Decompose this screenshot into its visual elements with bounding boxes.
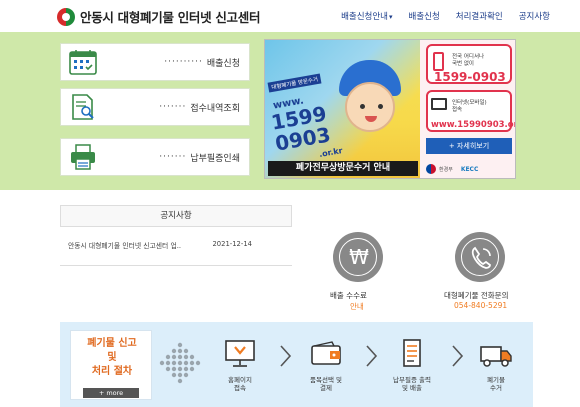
phone-box-line1: 전국 어디서나 — [452, 54, 485, 60]
process-step-homepage: 홈페이지 접속 — [210, 338, 270, 392]
nav-item-guide[interactable]: 배출신청안내▾ — [341, 10, 392, 22]
process-title: 폐기물 신고 및 처리 절차 — [87, 338, 137, 377]
process-step-pickup: 폐기물 수거 — [466, 338, 526, 392]
site-header: 안동시 대형폐기물 인터넷 신고센터 배출신청안내▾ 배출신청 처리결과확인 공… — [0, 0, 580, 32]
site-title: 안동시 대형폐기물 인터넷 신고센터 — [80, 10, 261, 25]
chevron-right-icon — [366, 345, 378, 367]
quick-link-label: 배출신청 — [206, 58, 240, 69]
fee-sublabel[interactable]: 안내 — [350, 301, 364, 312]
notice-item-title[interactable]: 안동시 대형폐기물 인터넷 신고센터 업.. — [68, 240, 181, 250]
process-step-select-pay: 품목선택 및 결제 — [296, 338, 356, 392]
quick-link-label: 납부필증인쇄 — [190, 153, 240, 164]
quick-link-lookup[interactable]: ······· 접수내역조회 — [60, 88, 250, 126]
wallet-icon — [311, 341, 341, 365]
calendar-icon — [69, 50, 97, 75]
printer-icon — [71, 144, 95, 170]
quick-link-apply[interactable]: ·········· 배출신청 — [60, 43, 250, 81]
fee-info-button[interactable]: ₩ — [333, 232, 383, 282]
banner-left-panel: 대형폐기물 방문수거 www. 1599 0903 .or.kr 폐가전무상방문… — [265, 40, 420, 178]
process-more-button[interactable]: + more — [83, 388, 139, 398]
dot-leader: ······· — [159, 152, 187, 162]
mascot-image — [345, 82, 395, 132]
quick-link-print[interactable]: ······· 납부필증인쇄 — [60, 138, 250, 176]
quick-link-label: 접수내역조회 — [190, 103, 240, 114]
process-title-box: 폐기물 신고 및 처리 절차 + more — [70, 330, 152, 400]
chevron-down-icon: ▾ — [389, 13, 393, 21]
dotted-arrow-icon — [159, 342, 201, 384]
banner-web-box: 인터넷(모바일) 접속 www.15990903.or.kr — [426, 90, 515, 132]
nav-item-result[interactable]: 처리결과확인 — [456, 10, 503, 22]
dot-leader: ·········· — [164, 57, 203, 67]
phone-icon — [471, 246, 491, 269]
document-search-icon — [72, 94, 94, 120]
chevron-right-icon — [280, 345, 292, 367]
chevron-right-icon — [452, 345, 464, 367]
process-section: 폐기물 신고 및 처리 절차 + more 홈페이지 접속 품목선택 및 결제 … — [60, 322, 533, 407]
notice-item[interactable]: 안동시 대형폐기물 인터넷 신고센터 업.. 2021-12-14 — [60, 227, 292, 250]
won-icon: ₩ — [349, 245, 369, 269]
site-logo[interactable]: 안동시 대형폐기물 인터넷 신고센터 — [57, 7, 260, 26]
notice-title[interactable]: 공지사항 — [60, 205, 292, 227]
banner-web-url: www.15990903.or.kr — [431, 120, 516, 130]
step-label: 품목선택 및 결제 — [310, 376, 342, 392]
divider — [60, 265, 292, 266]
step-label: 납부필증 출력 및 배출 — [393, 376, 431, 392]
fee-label: 배출 수수료 — [330, 291, 367, 300]
step-label: 홈페이지 접속 — [228, 376, 252, 392]
dot-leader: ······· — [159, 102, 187, 112]
web-box-line1: 인터넷(모바일) — [452, 100, 487, 106]
receipt-icon — [403, 339, 421, 367]
main-nav: 배출신청안내▾ 배출신청 처리결과확인 공지사항 — [325, 10, 550, 22]
ministry-label: 환경부 — [439, 166, 453, 173]
keco-logo: KECC — [460, 165, 479, 173]
banner-phone-number: 1599-0903 — [434, 70, 506, 84]
phone-inquiry-number[interactable]: 054-840-5291 — [454, 301, 507, 310]
appliance-pickup-banner[interactable]: 대형폐기물 방문수거 www. 1599 0903 .or.kr 폐가전무상방문… — [264, 39, 516, 179]
mobile-phone-icon — [433, 52, 444, 71]
phone-inquiry-label: 대형폐기물 전화문의 — [444, 291, 509, 300]
monitor-icon — [225, 340, 255, 367]
notice-board: 공지사항 안동시 대형폐기물 인터넷 신고센터 업.. 2021-12-14 — [60, 205, 292, 273]
process-step-print-dispose: 납부필증 출력 및 배출 — [382, 338, 442, 392]
banner-right-panel: 전국 어디서나 국번 없이 1599-0903 인터넷(모바일) 접속 www.… — [420, 40, 515, 178]
detail-view-button[interactable]: + 자세히보기 — [426, 138, 512, 154]
nav-item-apply[interactable]: 배출신청 — [409, 10, 440, 22]
notice-item-date: 2021-12-14 — [212, 240, 252, 248]
phone-inquiry-button[interactable] — [455, 232, 505, 282]
government-emblem-icon — [426, 164, 436, 174]
banner-footer: 환경부 KECC — [426, 164, 478, 174]
nav-item-notice[interactable]: 공지사항 — [519, 10, 550, 22]
andong-logo-icon — [57, 7, 75, 26]
banner-caption: 폐가전무상방문수거 안내 — [268, 161, 418, 176]
truck-icon — [480, 346, 512, 367]
step-label: 폐기물 수거 — [487, 376, 505, 392]
banner-phone-box: 전국 어디서나 국번 없이 1599-0903 — [426, 44, 512, 84]
phone-box-line2: 국번 없이 — [452, 61, 474, 67]
web-box-line2: 접속 — [452, 107, 463, 113]
computer-icon — [431, 98, 447, 110]
